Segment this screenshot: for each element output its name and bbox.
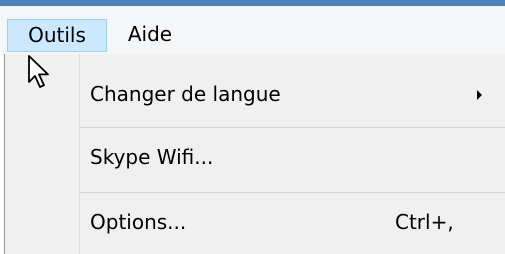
chevron-right-icon [477, 90, 482, 100]
menu-item-options[interactable]: Options... Ctrl+, [5, 194, 505, 250]
menu-item-shortcut: Ctrl+, [395, 210, 454, 234]
menu-item-label: Skype Wifi... [90, 145, 214, 169]
menu-aide[interactable]: Aide [112, 19, 188, 52]
outils-dropdown-menu: Changer de langue Skype Wifi... Options.… [4, 54, 505, 254]
menu-bar: Outils Aide [0, 6, 505, 56]
menu-separator [80, 192, 505, 193]
menu-separator [80, 127, 505, 128]
mouse-pointer-icon [28, 55, 49, 88]
menu-outils[interactable]: Outils [7, 19, 107, 52]
menu-item-skype-wifi[interactable]: Skype Wifi... [5, 129, 505, 185]
menu-item-label: Options... [90, 210, 187, 234]
menu-item-changer-de-langue[interactable]: Changer de langue [5, 66, 505, 122]
menu-item-label: Changer de langue [90, 82, 281, 106]
